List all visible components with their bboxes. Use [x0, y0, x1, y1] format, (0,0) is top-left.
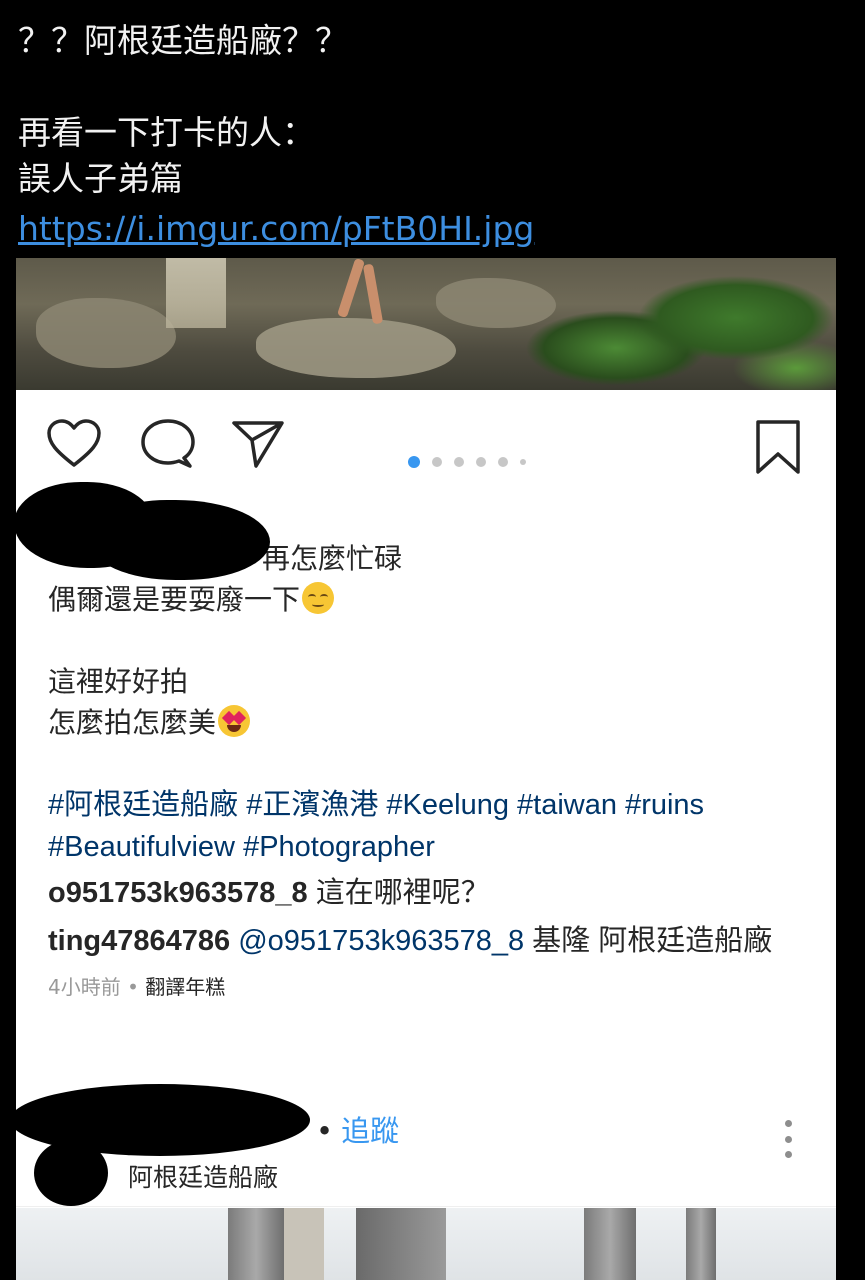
- caption-line-3: 這裡好好拍: [48, 665, 189, 698]
- post-timestamp: 4小時前: [48, 975, 121, 999]
- photo-rock: [256, 318, 456, 378]
- post-line-checkin: 再看一下打卡的人：: [18, 113, 315, 152]
- hashtag-list: #阿根廷造船廠 #正濱漁港 #Keelung #taiwan #ruins #B…: [48, 784, 808, 868]
- carousel-dot-active: [408, 456, 420, 468]
- carousel-dot: [454, 457, 464, 467]
- bookmark-icon[interactable]: [750, 418, 806, 474]
- redaction-mark: [90, 500, 270, 580]
- location-tag[interactable]: 阿根廷造船廠: [128, 1158, 278, 1194]
- ruin-pillar: [284, 1208, 324, 1280]
- hashtag[interactable]: #正濱漁港: [246, 789, 378, 821]
- hashtag[interactable]: #taiwan: [517, 789, 617, 821]
- caption-line-2: 偶爾還是要耍廢一下: [48, 579, 808, 620]
- carousel-indicator: [408, 456, 526, 468]
- photo-leg: [336, 258, 366, 319]
- ruin-pillar: [584, 1208, 636, 1280]
- heart-eyes-emoji: [218, 705, 251, 737]
- post-line-subtitle: 誤人子弟篇: [18, 159, 183, 198]
- hashtag[interactable]: #Beautifulview: [48, 831, 235, 863]
- follow-bullet: •: [316, 1114, 334, 1148]
- ruin-pillar: [356, 1208, 446, 1280]
- comment-username[interactable]: ting47864786: [48, 925, 230, 957]
- comment-mention[interactable]: @o951753k963578_8: [238, 925, 524, 957]
- redaction-mark: [34, 1140, 108, 1206]
- post-caption: 再怎麼忙碌 偶爾還是要耍廢一下 這裡好好拍 怎麼拍怎麼美 #阿根廷造船廠 #正濱…: [48, 538, 808, 1002]
- follow-button[interactable]: • 追蹤: [316, 1108, 399, 1150]
- hashtag[interactable]: #Photographer: [243, 831, 435, 863]
- carousel-photo: [16, 258, 836, 390]
- carousel-dot: [520, 459, 526, 465]
- carousel-dot: [498, 457, 508, 467]
- post-meta: 4小時前 • 翻譯年糕: [48, 972, 808, 1002]
- more-options-icon[interactable]: [782, 1120, 794, 1158]
- photo-leg: [362, 263, 384, 325]
- action-bar: [46, 410, 806, 474]
- carousel-dot: [432, 457, 442, 467]
- translate-link[interactable]: 翻譯年糕: [145, 975, 225, 999]
- hashtag[interactable]: #ruins: [625, 789, 704, 821]
- post-title-line: ？？阿根廷造船廠？？: [18, 21, 348, 60]
- caption-line-4: 怎麼拍怎麼美: [48, 702, 808, 743]
- comment-row: ting47864786 @o951753k963578_8 基隆 阿根廷造船廠: [48, 920, 788, 962]
- comment-username[interactable]: o951753k963578_8: [48, 877, 308, 909]
- meta-separator: •: [127, 975, 139, 999]
- photo-dress: [166, 258, 226, 328]
- comment-text: 基隆 阿根廷造船廠: [532, 925, 773, 957]
- divider: [16, 1206, 836, 1207]
- ruin-pillar: [228, 1208, 284, 1280]
- image-link[interactable]: https://i.imgur.com/pFtB0HI.jpg: [18, 206, 534, 252]
- photo-rock: [36, 298, 176, 368]
- heart-icon[interactable]: [46, 418, 102, 474]
- next-post-photo: [16, 1208, 836, 1280]
- comment-row: o951753k963578_8 這在哪裡呢？: [48, 872, 808, 914]
- photo-rock: [436, 278, 556, 328]
- hashtag[interactable]: #Keelung: [386, 789, 509, 821]
- post-body: ？？阿根廷造船廠？？ 再看一下打卡的人： 誤人子弟篇 https://i.img…: [18, 18, 858, 252]
- carousel-dot: [476, 457, 486, 467]
- hashtag[interactable]: #阿根廷造船廠: [48, 789, 238, 821]
- comment-icon[interactable]: [140, 418, 196, 474]
- share-icon[interactable]: [230, 418, 286, 474]
- relieved-face-emoji: [302, 582, 335, 614]
- ruin-pillar: [686, 1208, 716, 1280]
- comment-text: 這在哪裡呢？: [315, 877, 490, 909]
